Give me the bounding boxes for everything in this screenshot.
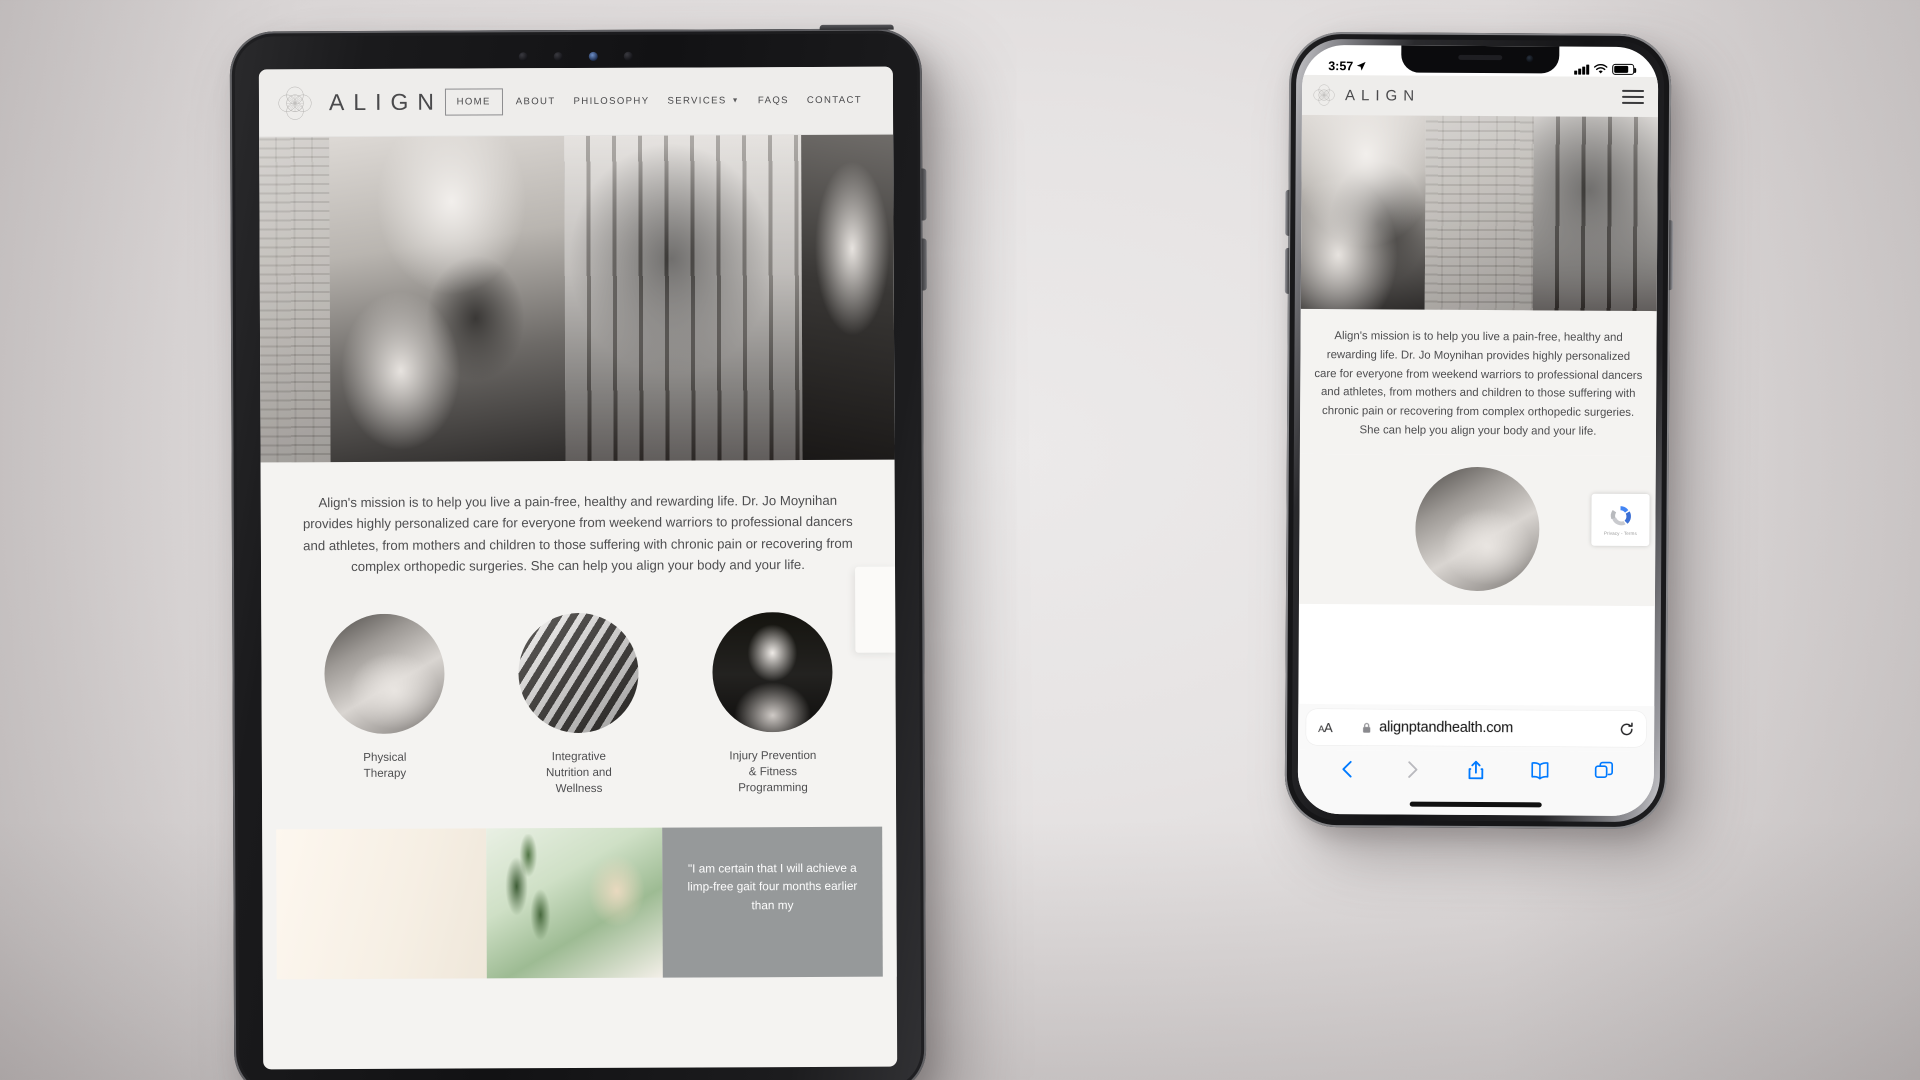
wifi-icon	[1593, 63, 1608, 74]
tablet-volume-up-button[interactable]	[921, 168, 927, 221]
nav-item-faqs[interactable]: FAQS	[749, 90, 798, 111]
flower-of-life-icon	[1313, 84, 1335, 106]
service-image-physical-therapy	[324, 613, 445, 734]
mobile-service-image-physical-therapy[interactable]	[1415, 466, 1540, 592]
mobile-hero-strip	[1300, 114, 1658, 312]
chevron-down-icon: ▼	[731, 97, 740, 105]
services-section: Physical Therapy Integrative Nutrition and…	[261, 601, 897, 830]
safari-url-bar: AAAA alignptandhealth.com	[1298, 703, 1655, 753]
main-navigation: HOME ABOUT PHILOSOPHY SERVICES ▼ FAQS CON…	[444, 87, 871, 116]
tablet-camera-icon	[553, 52, 563, 62]
book-icon[interactable]	[1529, 759, 1551, 781]
nav-item-contact[interactable]: CONTACT	[798, 90, 871, 111]
nav-label: FAQS	[757, 95, 789, 107]
hero-photo-brickwall	[259, 137, 331, 463]
tablet-volume-down-button[interactable]	[921, 238, 927, 291]
testimonial-quote: "I am certain that I will achieve a limp…	[687, 860, 858, 912]
reload-icon[interactable]	[1619, 721, 1634, 736]
nav-label: PHILOSOPHY	[573, 95, 650, 108]
hero-image-strip	[259, 134, 895, 463]
service-label-nutrition: Integrative Nutrition and Wellness	[546, 749, 612, 796]
cellular-bars-icon	[1574, 64, 1590, 75]
tablet-camera-array	[230, 50, 922, 62]
url-text: alignptandhealth.com	[1379, 719, 1514, 737]
site-logo[interactable]: ALIGN	[273, 80, 443, 125]
phone-power-button[interactable]	[1668, 220, 1674, 291]
tablet-power-button[interactable]	[819, 24, 894, 30]
hero-photo-therapist-treating-knee	[1300, 114, 1426, 310]
recaptcha-icon	[1610, 506, 1631, 526]
status-indicators	[1574, 63, 1636, 75]
plant-decoration-icon	[494, 833, 569, 965]
service-image-fitness	[712, 611, 833, 732]
nav-item-about[interactable]: ABOUT	[507, 91, 565, 112]
tabs-icon[interactable]	[1593, 760, 1615, 782]
nav-item-philosophy[interactable]: PHILOSOPHY	[565, 91, 659, 112]
mobile-intro-section: Align's mission is to help you live a pa…	[1299, 308, 1657, 456]
url-field[interactable]: AAAA alignptandhealth.com	[1306, 708, 1647, 748]
phone-volume-down-button[interactable]	[1284, 247, 1290, 294]
nav-label: CONTACT	[806, 94, 863, 106]
lock-icon	[1363, 722, 1371, 733]
bottom-content-band: "I am certain that I will achieve a limp…	[262, 826, 897, 980]
testimonial-panel: "I am certain that I will achieve a limp…	[662, 826, 883, 978]
site-header: ALIGN HOME ABOUT PHILOSOPHY SERVICES ▼ FA…	[258, 66, 894, 138]
service-card-fitness[interactable]: Injury Prevention & Fitness Programming	[697, 611, 848, 797]
service-card-nutrition[interactable]: Integrative Nutrition and Wellness	[503, 612, 654, 798]
intro-section: Align's mission is to help you live a pa…	[260, 459, 896, 604]
tablet-indicator-icon	[588, 51, 598, 61]
phone-device: 3:57 ALIGN Align's mission is to help yo…	[1284, 31, 1674, 830]
hamburger-menu-icon[interactable]	[1621, 86, 1645, 108]
hero-photo-resistance-band-training	[564, 135, 803, 462]
status-time-group: 3:57	[1324, 59, 1366, 73]
status-time: 3:57	[1328, 59, 1354, 74]
intro-paragraph: Align's mission is to help you live a pa…	[302, 492, 853, 575]
recaptcha-badge[interactable]: Privacy - Terms	[1591, 493, 1650, 546]
hero-photo-smiling-practitioner	[1424, 115, 1534, 311]
hero-photo-therapist-treating-knee	[329, 136, 566, 463]
nav-item-home[interactable]: HOME	[444, 88, 503, 116]
tablet-sensor-icon	[518, 52, 528, 62]
chevron-left-icon[interactable]	[1337, 758, 1359, 780]
service-image-nutrition	[518, 612, 639, 733]
flower-of-life-icon	[278, 86, 312, 120]
nav-label: ABOUT	[515, 96, 556, 108]
bottom-photo-practitioner	[486, 827, 663, 979]
phone-volume-up-button[interactable]	[1285, 189, 1290, 236]
share-icon[interactable]	[1465, 759, 1487, 781]
tablet-device: ALIGN HOME ABOUT PHILOSOPHY SERVICES ▼ FA…	[229, 24, 927, 1080]
floating-side-card	[855, 566, 896, 653]
location-arrow-icon	[1356, 61, 1366, 71]
tablet-mic-icon	[623, 51, 633, 61]
text-size-button[interactable]: AAAA	[1318, 720, 1332, 735]
mobile-intro-paragraph: Align's mission is to help you live a pa…	[1314, 330, 1643, 438]
service-label-fitness: Injury Prevention & Fitness Programming	[729, 748, 817, 795]
home-indicator[interactable]	[1409, 801, 1542, 808]
service-card-physical-therapy[interactable]: Physical Therapy	[309, 613, 460, 799]
service-label-physical-therapy: Physical Therapy	[363, 750, 407, 780]
phone-status-bar: 3:57	[1302, 45, 1658, 77]
hero-photo-athlete	[801, 134, 895, 461]
chevron-right-icon	[1408, 761, 1418, 778]
nav-item-services[interactable]: SERVICES ▼	[658, 90, 749, 111]
battery-icon	[1612, 63, 1635, 75]
recaptcha-label: Privacy - Terms	[1603, 531, 1637, 537]
nav-label: HOME	[456, 96, 491, 108]
tablet-screen: ALIGN HOME ABOUT PHILOSOPHY SERVICES ▼ FA…	[258, 66, 898, 1070]
phone-screen: 3:57 ALIGN Align's mission is to help yo…	[1297, 44, 1659, 817]
bottom-panel-blank	[276, 828, 487, 980]
mobile-site-header: ALIGN	[1301, 74, 1659, 118]
brand-wordmark: ALIGN	[328, 88, 444, 116]
nav-label: SERVICES	[667, 95, 727, 107]
hero-photo-resistance-band-training	[1532, 116, 1658, 312]
mobile-brand-wordmark: ALIGN	[1344, 86, 1421, 105]
mobile-services-section: Privacy - Terms	[1298, 453, 1656, 606]
